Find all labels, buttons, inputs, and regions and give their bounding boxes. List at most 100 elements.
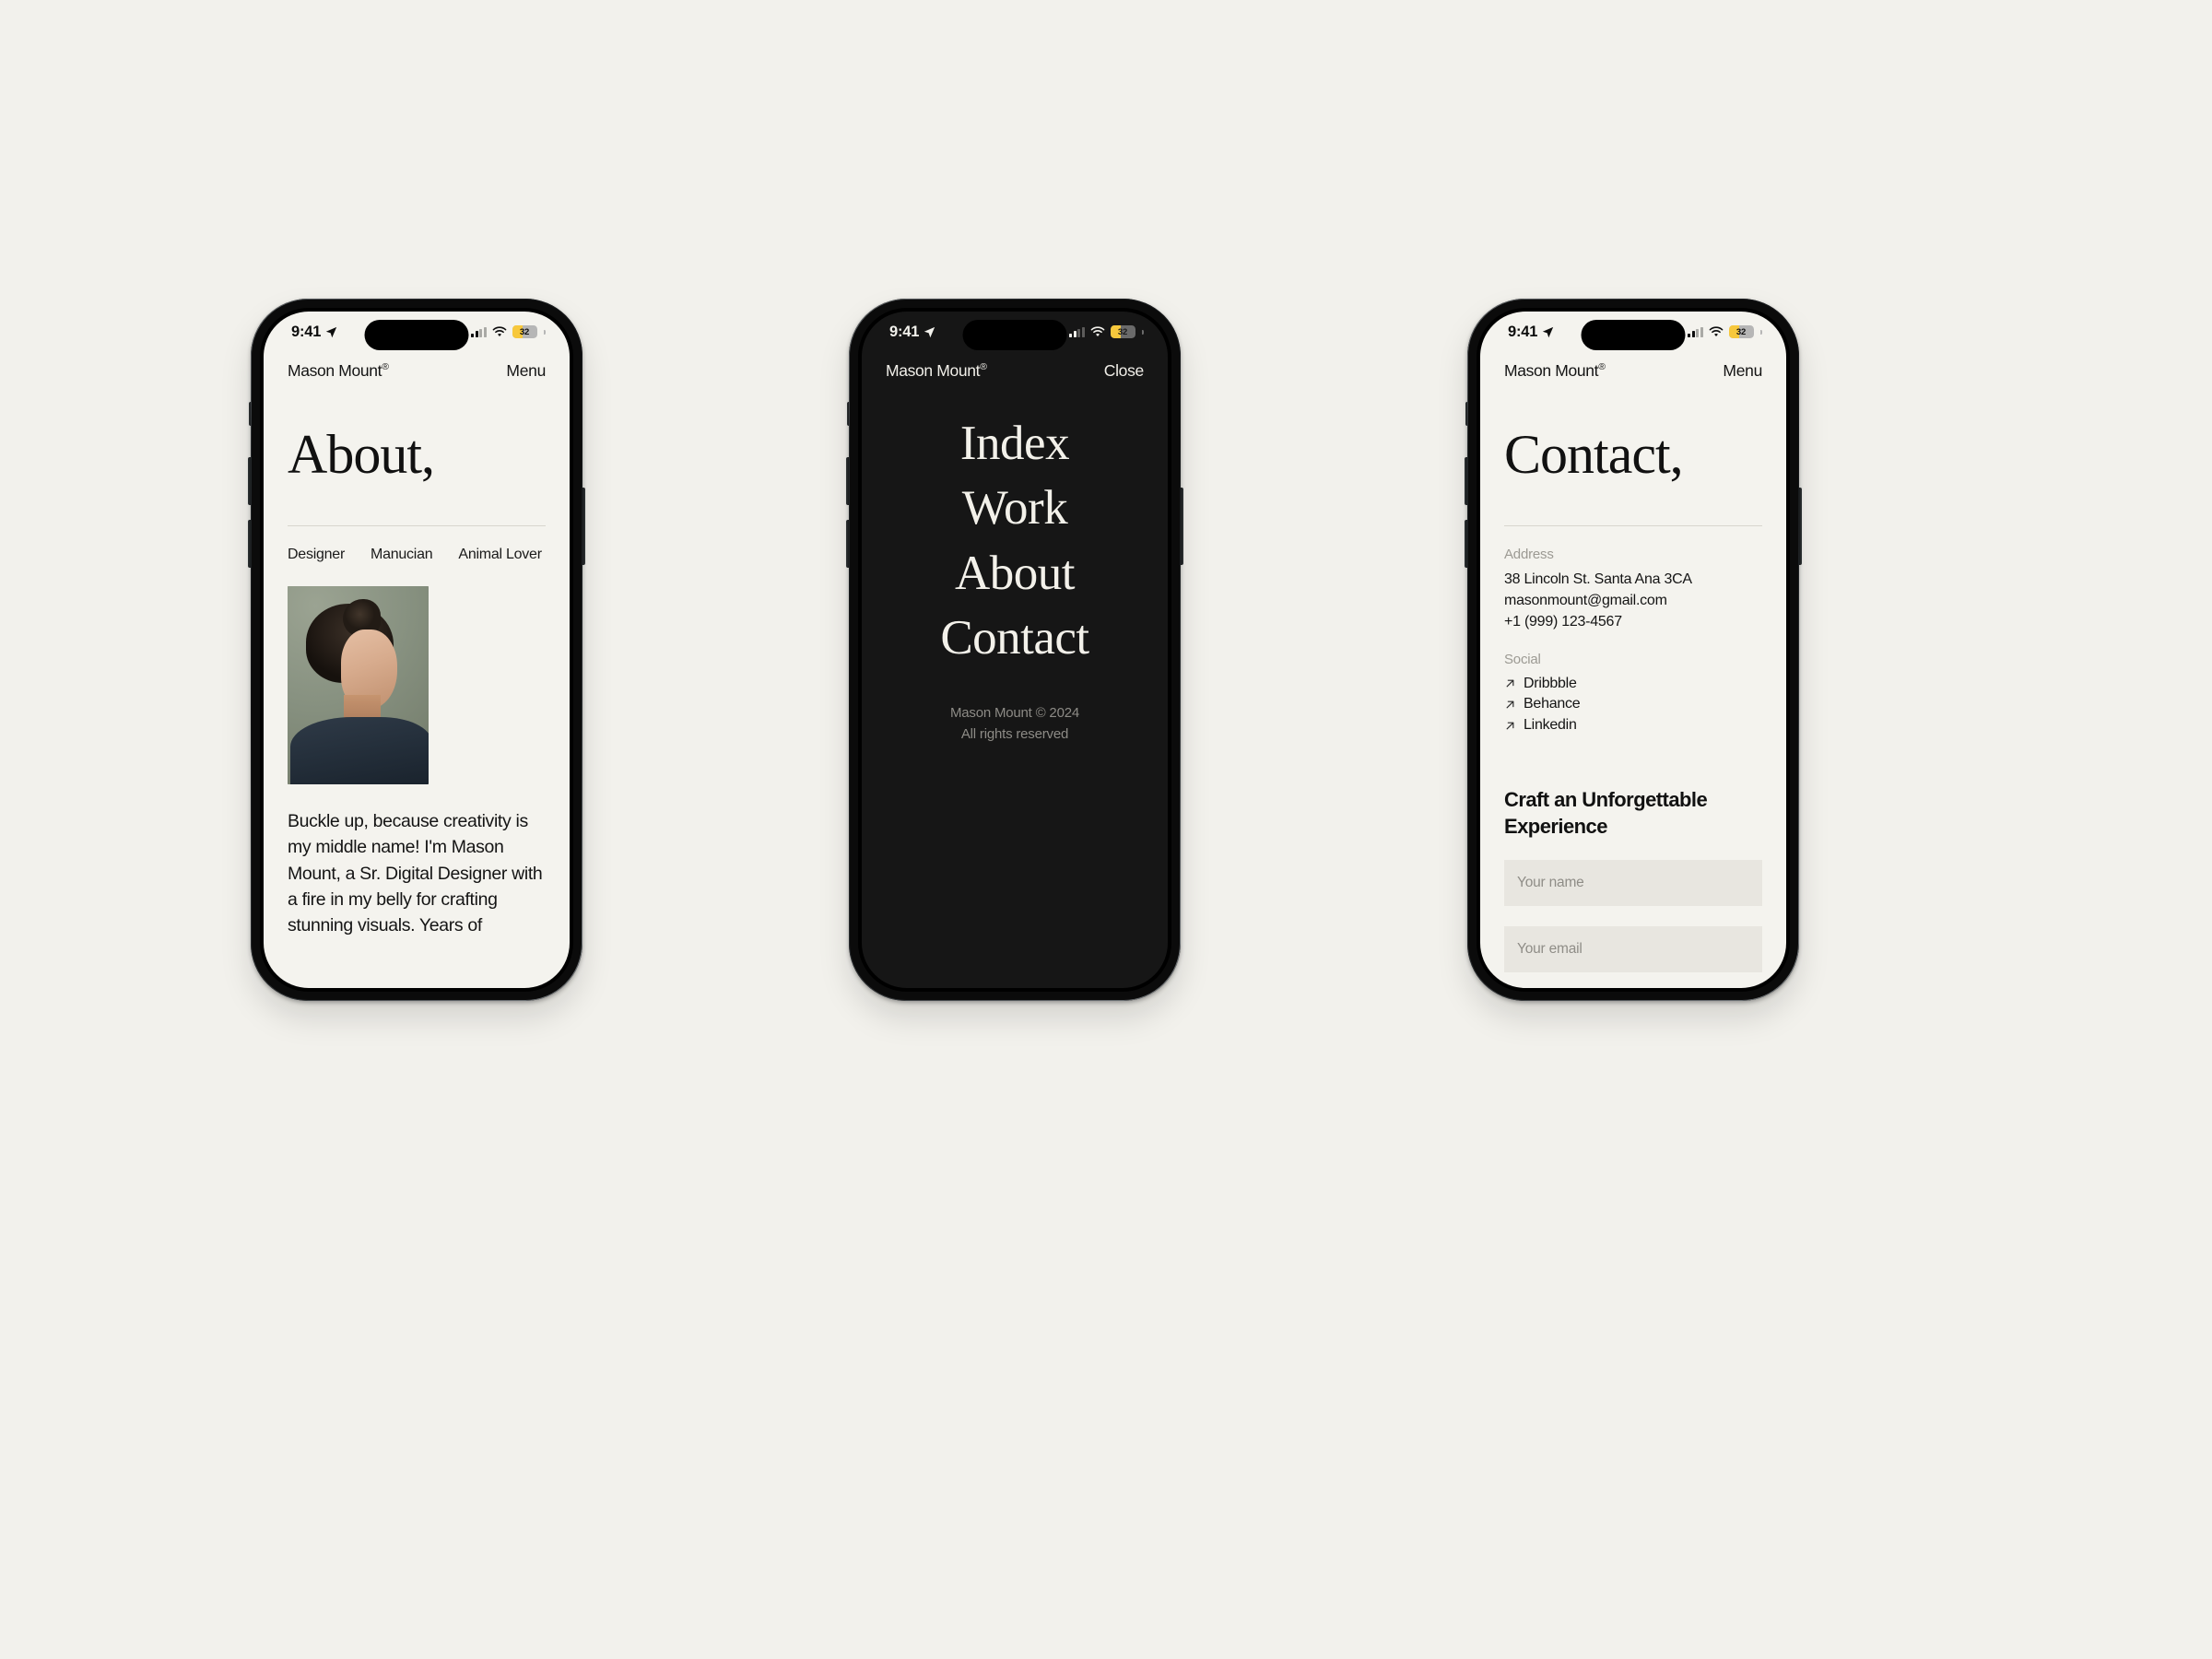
registered-mark-icon: ® — [1598, 361, 1606, 373]
menu-item-work[interactable]: Work — [862, 476, 1168, 540]
name-input[interactable] — [1504, 859, 1762, 906]
brand-logo[interactable]: Mason Mount® — [288, 361, 389, 381]
arrow-up-right-icon — [1506, 722, 1514, 730]
social-link-label: Behance — [1524, 696, 1581, 712]
address-street: 38 Lincoln St. Santa Ana 3CA — [1504, 571, 1692, 587]
volume-down-button[interactable] — [248, 520, 252, 568]
tag-item: Manucian — [371, 547, 433, 562]
screenshot-canvas: 9:41 32 Mason Mount® Menu About, Designe… — [0, 0, 2212, 1659]
menu-footer: Mason Mount © 2024 All rights reserved — [862, 702, 1168, 746]
divider — [288, 525, 546, 526]
phone-about: 9:41 32 Mason Mount® Menu About, Designe… — [248, 299, 585, 1001]
menu-item-about[interactable]: About — [862, 541, 1168, 606]
rights-text: All rights reserved — [960, 726, 1069, 743]
cellular-signal-icon — [1688, 326, 1703, 337]
volume-up-button[interactable] — [248, 457, 252, 505]
power-button[interactable] — [1798, 488, 1802, 565]
volume-up-button[interactable] — [1465, 457, 1468, 505]
phone-contact: 9:41 32 Mason Mount® Menu Contact, Addre… — [1465, 299, 1802, 1001]
email-input[interactable] — [1504, 925, 1762, 972]
brand-name: Mason Mount — [288, 361, 382, 380]
contact-page: Contact, Address 38 Lincoln St. Santa An… — [1480, 427, 1786, 972]
social-link-label: Dribbble — [1524, 675, 1577, 691]
battery-icon: 32 — [512, 325, 537, 338]
page-title: Contact, — [1504, 424, 1684, 485]
location-arrow-icon — [1543, 326, 1554, 337]
address-email[interactable]: masonmount@gmail.com — [1504, 590, 1762, 611]
status-icons: 32 — [1069, 325, 1144, 338]
tag-item: Designer — [288, 547, 346, 562]
cellular-signal-icon — [471, 326, 487, 337]
registered-mark-icon: ® — [980, 361, 987, 373]
address-phone[interactable]: +1 (999) 123-4567 — [1504, 611, 1762, 632]
brand-logo[interactable]: Mason Mount® — [886, 361, 987, 381]
social-list: Dribbble Behance Linkedin — [1504, 674, 1762, 736]
status-time-group: 9:41 — [889, 324, 935, 341]
wifi-icon — [492, 326, 507, 336]
dynamic-island — [962, 320, 1067, 350]
screen-about: 9:41 32 Mason Mount® Menu About, Designe… — [264, 312, 570, 988]
social-link-label: Linkedin — [1524, 717, 1577, 733]
status-time-group: 9:41 — [1508, 324, 1554, 341]
phone-bezel: 9:41 32 — [858, 308, 1171, 992]
phone-bezel: 9:41 32 — [1477, 308, 1790, 992]
page-title: About, — [288, 424, 435, 485]
silent-switch[interactable] — [249, 402, 252, 426]
power-button[interactable] — [582, 488, 585, 565]
phone-menu: 9:41 32 Mason Mount® Close Index Work Ab… — [846, 299, 1183, 1001]
dynamic-island — [364, 320, 469, 350]
about-body-text: Buckle up, because creativity is my midd… — [288, 811, 543, 936]
menu-button[interactable]: Menu — [506, 361, 546, 381]
brand-logo[interactable]: Mason Mount® — [1504, 361, 1606, 381]
location-arrow-icon — [326, 326, 337, 337]
volume-down-button[interactable] — [846, 520, 850, 568]
battery-icon: 32 — [1729, 325, 1754, 338]
brand-name: Mason Mount — [1504, 361, 1599, 380]
status-time-group: 9:41 — [291, 324, 337, 341]
copyright-text: Mason Mount © 2024 — [949, 704, 1080, 721]
portrait-photo — [288, 586, 429, 784]
menu-overlay: Index Work About Contact Mason Mount © 2… — [862, 411, 1168, 745]
form-title: Craft an Unforgettable Experience — [1504, 787, 1708, 838]
power-button[interactable] — [1180, 488, 1183, 565]
status-icons: 32 — [1688, 325, 1762, 338]
brand-name: Mason Mount — [886, 361, 981, 380]
tag-item: Animal Lover — [458, 547, 542, 562]
address-label: Address — [1504, 547, 1554, 562]
menu-button[interactable]: Menu — [1723, 361, 1762, 381]
screen-contact: 9:41 32 Mason Mount® Menu Contact, Addre… — [1480, 312, 1786, 988]
battery-percent: 32 — [1735, 326, 1747, 337]
status-time: 9:41 — [1508, 323, 1538, 340]
wifi-icon — [1709, 326, 1724, 336]
battery-icon: 32 — [1111, 325, 1135, 338]
battery-nub — [1760, 329, 1762, 335]
divider — [1504, 525, 1762, 526]
menu-item-index[interactable]: Index — [862, 411, 1168, 476]
location-arrow-icon — [924, 326, 935, 337]
silent-switch[interactable] — [1465, 402, 1468, 426]
social-label: Social — [1504, 651, 1541, 667]
registered-mark-icon: ® — [382, 361, 389, 373]
phone-bezel: 9:41 32 — [260, 308, 573, 992]
battery-percent: 32 — [1117, 326, 1128, 337]
close-button[interactable]: Close — [1104, 361, 1145, 381]
battery-percent: 32 — [519, 326, 530, 337]
silent-switch[interactable] — [847, 402, 850, 426]
social-link-dribbble[interactable]: Dribbble — [1504, 674, 1762, 695]
arrow-up-right-icon — [1506, 700, 1514, 709]
site-header: Mason Mount® Close — [862, 352, 1168, 381]
address-block: 38 Lincoln St. Santa Ana 3CA masonmount@… — [1504, 569, 1762, 633]
dynamic-island — [1581, 320, 1686, 350]
about-page: About, Designer Manucian Animal Lover Bu… — [264, 427, 570, 938]
volume-down-button[interactable] — [1465, 520, 1468, 568]
social-link-linkedin[interactable]: Linkedin — [1504, 715, 1762, 736]
site-header: Mason Mount® Menu — [264, 352, 570, 381]
status-icons: 32 — [471, 325, 546, 338]
status-time: 9:41 — [291, 323, 322, 340]
volume-up-button[interactable] — [846, 457, 850, 505]
tag-row: Designer Manucian Animal Lover — [288, 547, 546, 563]
cellular-signal-icon — [1069, 326, 1085, 337]
status-time: 9:41 — [889, 323, 920, 340]
menu-item-contact[interactable]: Contact — [862, 606, 1168, 670]
social-link-behance[interactable]: Behance — [1504, 694, 1762, 715]
